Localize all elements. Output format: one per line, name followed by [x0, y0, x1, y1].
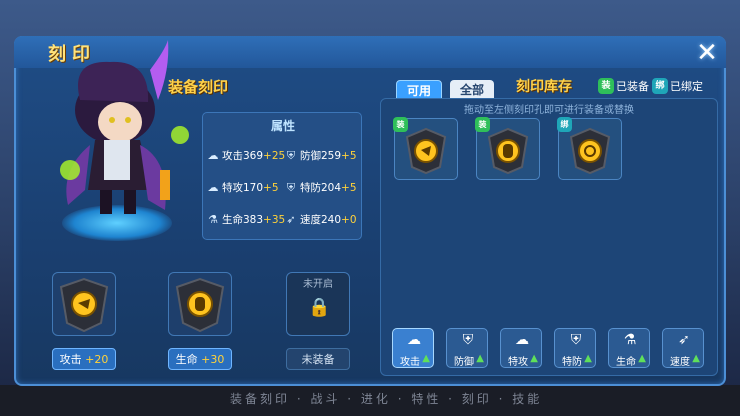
stat-sp-attack: ☁ 特攻 170 +5 — [207, 180, 279, 194]
tab-all[interactable]: 全部 — [450, 80, 494, 100]
background-text: 装备刻印 · 战斗 · 进化 · 特性 · 刻印 · 技能 — [230, 392, 543, 406]
filter-sp-attack[interactable]: ☁ 特攻 ▲ — [500, 328, 542, 368]
sp-defense-icon: ⛨ — [286, 180, 296, 194]
sp-attack-icon: ☁ — [207, 180, 219, 194]
speed-icon: ➶ — [678, 332, 690, 348]
lock-icon: 🔒 — [308, 297, 331, 318]
stat-sp-defense: ⛨ 特防 204 +5 — [284, 180, 357, 195]
legend-bound: 绑已绑定 — [652, 78, 703, 94]
hp-icon: ⚗ — [208, 212, 218, 226]
sp-defense-icon: ⛨ — [570, 332, 582, 348]
bound-badge: 绑 — [557, 117, 572, 132]
filter-sp-defense[interactable]: ⛨ 特防 ▲ — [554, 328, 596, 368]
hp-engraving-icon — [175, 277, 225, 333]
up-arrow-icon: ▲ — [476, 353, 484, 364]
engrave-slot-3-locked[interactable]: 未开启 🔒 — [286, 272, 350, 336]
equipped-badge-icon: 装 — [598, 78, 614, 94]
up-arrow-icon: ▲ — [422, 353, 430, 364]
attack-engraving-icon — [59, 277, 109, 333]
close-icon[interactable]: ✕ — [690, 40, 724, 66]
up-arrow-icon: ▲ — [638, 353, 646, 364]
up-arrow-icon: ▲ — [584, 353, 592, 364]
engrave-slot-2[interactable] — [168, 272, 232, 336]
bound-badge-icon: 绑 — [652, 78, 668, 94]
slot-locked-text: 未开启 — [303, 279, 333, 290]
inventory-hint: 拖动至左侧刻印孔即可进行装备或替换 — [464, 105, 634, 116]
slot-1-label: 攻击 +20 — [52, 348, 116, 370]
character-sprite — [60, 40, 189, 214]
equipped-badge: 装 — [393, 117, 408, 132]
stat-speed: ➶ 速度 240 +0 — [284, 212, 356, 227]
speed-icon: ➶ — [286, 212, 296, 226]
tab-available[interactable]: 可用 — [396, 80, 442, 100]
up-arrow-icon: ▲ — [692, 353, 700, 364]
defense-icon: ⛨ — [286, 148, 296, 162]
slot-2-label: 生命 +30 — [168, 348, 232, 370]
stat-hp: ⚗ 生命 383 +35 — [206, 212, 285, 227]
up-arrow-icon: ▲ — [530, 353, 538, 364]
attack-icon: ☁ — [207, 148, 219, 162]
sp-attack-icon: ☁ — [515, 332, 529, 348]
slot-3-label: 未装备 — [286, 348, 350, 370]
inventory-title: 刻印库存 — [516, 79, 572, 95]
filter-defense[interactable]: ⛨ 防御 ▲ — [446, 328, 488, 368]
inventory-card-3[interactable]: 绑 — [557, 117, 622, 180]
stat-attack: ☁ 攻击 369 +25 — [207, 148, 286, 162]
filter-speed[interactable]: ➶ 速度 ▲ — [662, 328, 704, 368]
filter-attack[interactable]: ☁ 攻击 ▲ — [392, 328, 434, 368]
inventory-card-2[interactable]: 装 — [475, 117, 540, 180]
equipped-badge: 装 — [475, 117, 490, 132]
attack-icon: ☁ — [407, 332, 421, 348]
inventory-card-1[interactable]: 装 — [393, 117, 458, 180]
engrave-slot-1[interactable] — [52, 272, 116, 336]
legend-equipped: 装已装备 — [598, 78, 649, 94]
filter-hp[interactable]: ⚗ 生命 ▲ — [608, 328, 650, 368]
stat-defense: ⛨ 防御 259 +5 — [284, 148, 357, 163]
defense-icon: ⛨ — [462, 332, 474, 348]
hp-icon: ⚗ — [623, 332, 637, 348]
stats-title: 属性 — [270, 119, 295, 133]
